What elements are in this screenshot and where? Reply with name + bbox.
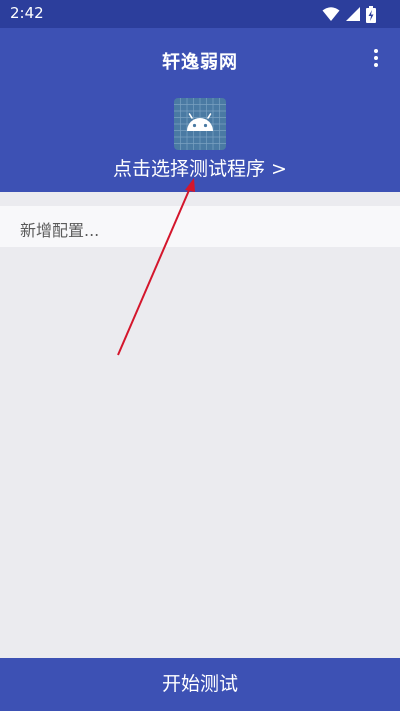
header: 轩逸弱网 点击选择测试程序 > [0, 28, 400, 192]
android-app-icon[interactable] [174, 98, 226, 150]
more-options-button[interactable] [366, 46, 386, 70]
start-test-button[interactable]: 开始测试 [0, 658, 400, 711]
add-config-item[interactable]: 新增配置... [0, 206, 400, 247]
more-vert-icon [374, 49, 378, 53]
status-time: 2:42 [10, 4, 44, 22]
select-program-button[interactable]: 点击选择测试程序 > [0, 154, 400, 181]
add-config-label: 新增配置... [20, 221, 100, 240]
wifi-icon [322, 7, 340, 21]
cellular-signal-icon [346, 7, 360, 21]
status-bar: 2:42 [0, 0, 400, 28]
status-icons [322, 5, 376, 23]
app-title: 轩逸弱网 [162, 52, 238, 73]
battery-charging-icon [366, 5, 376, 23]
